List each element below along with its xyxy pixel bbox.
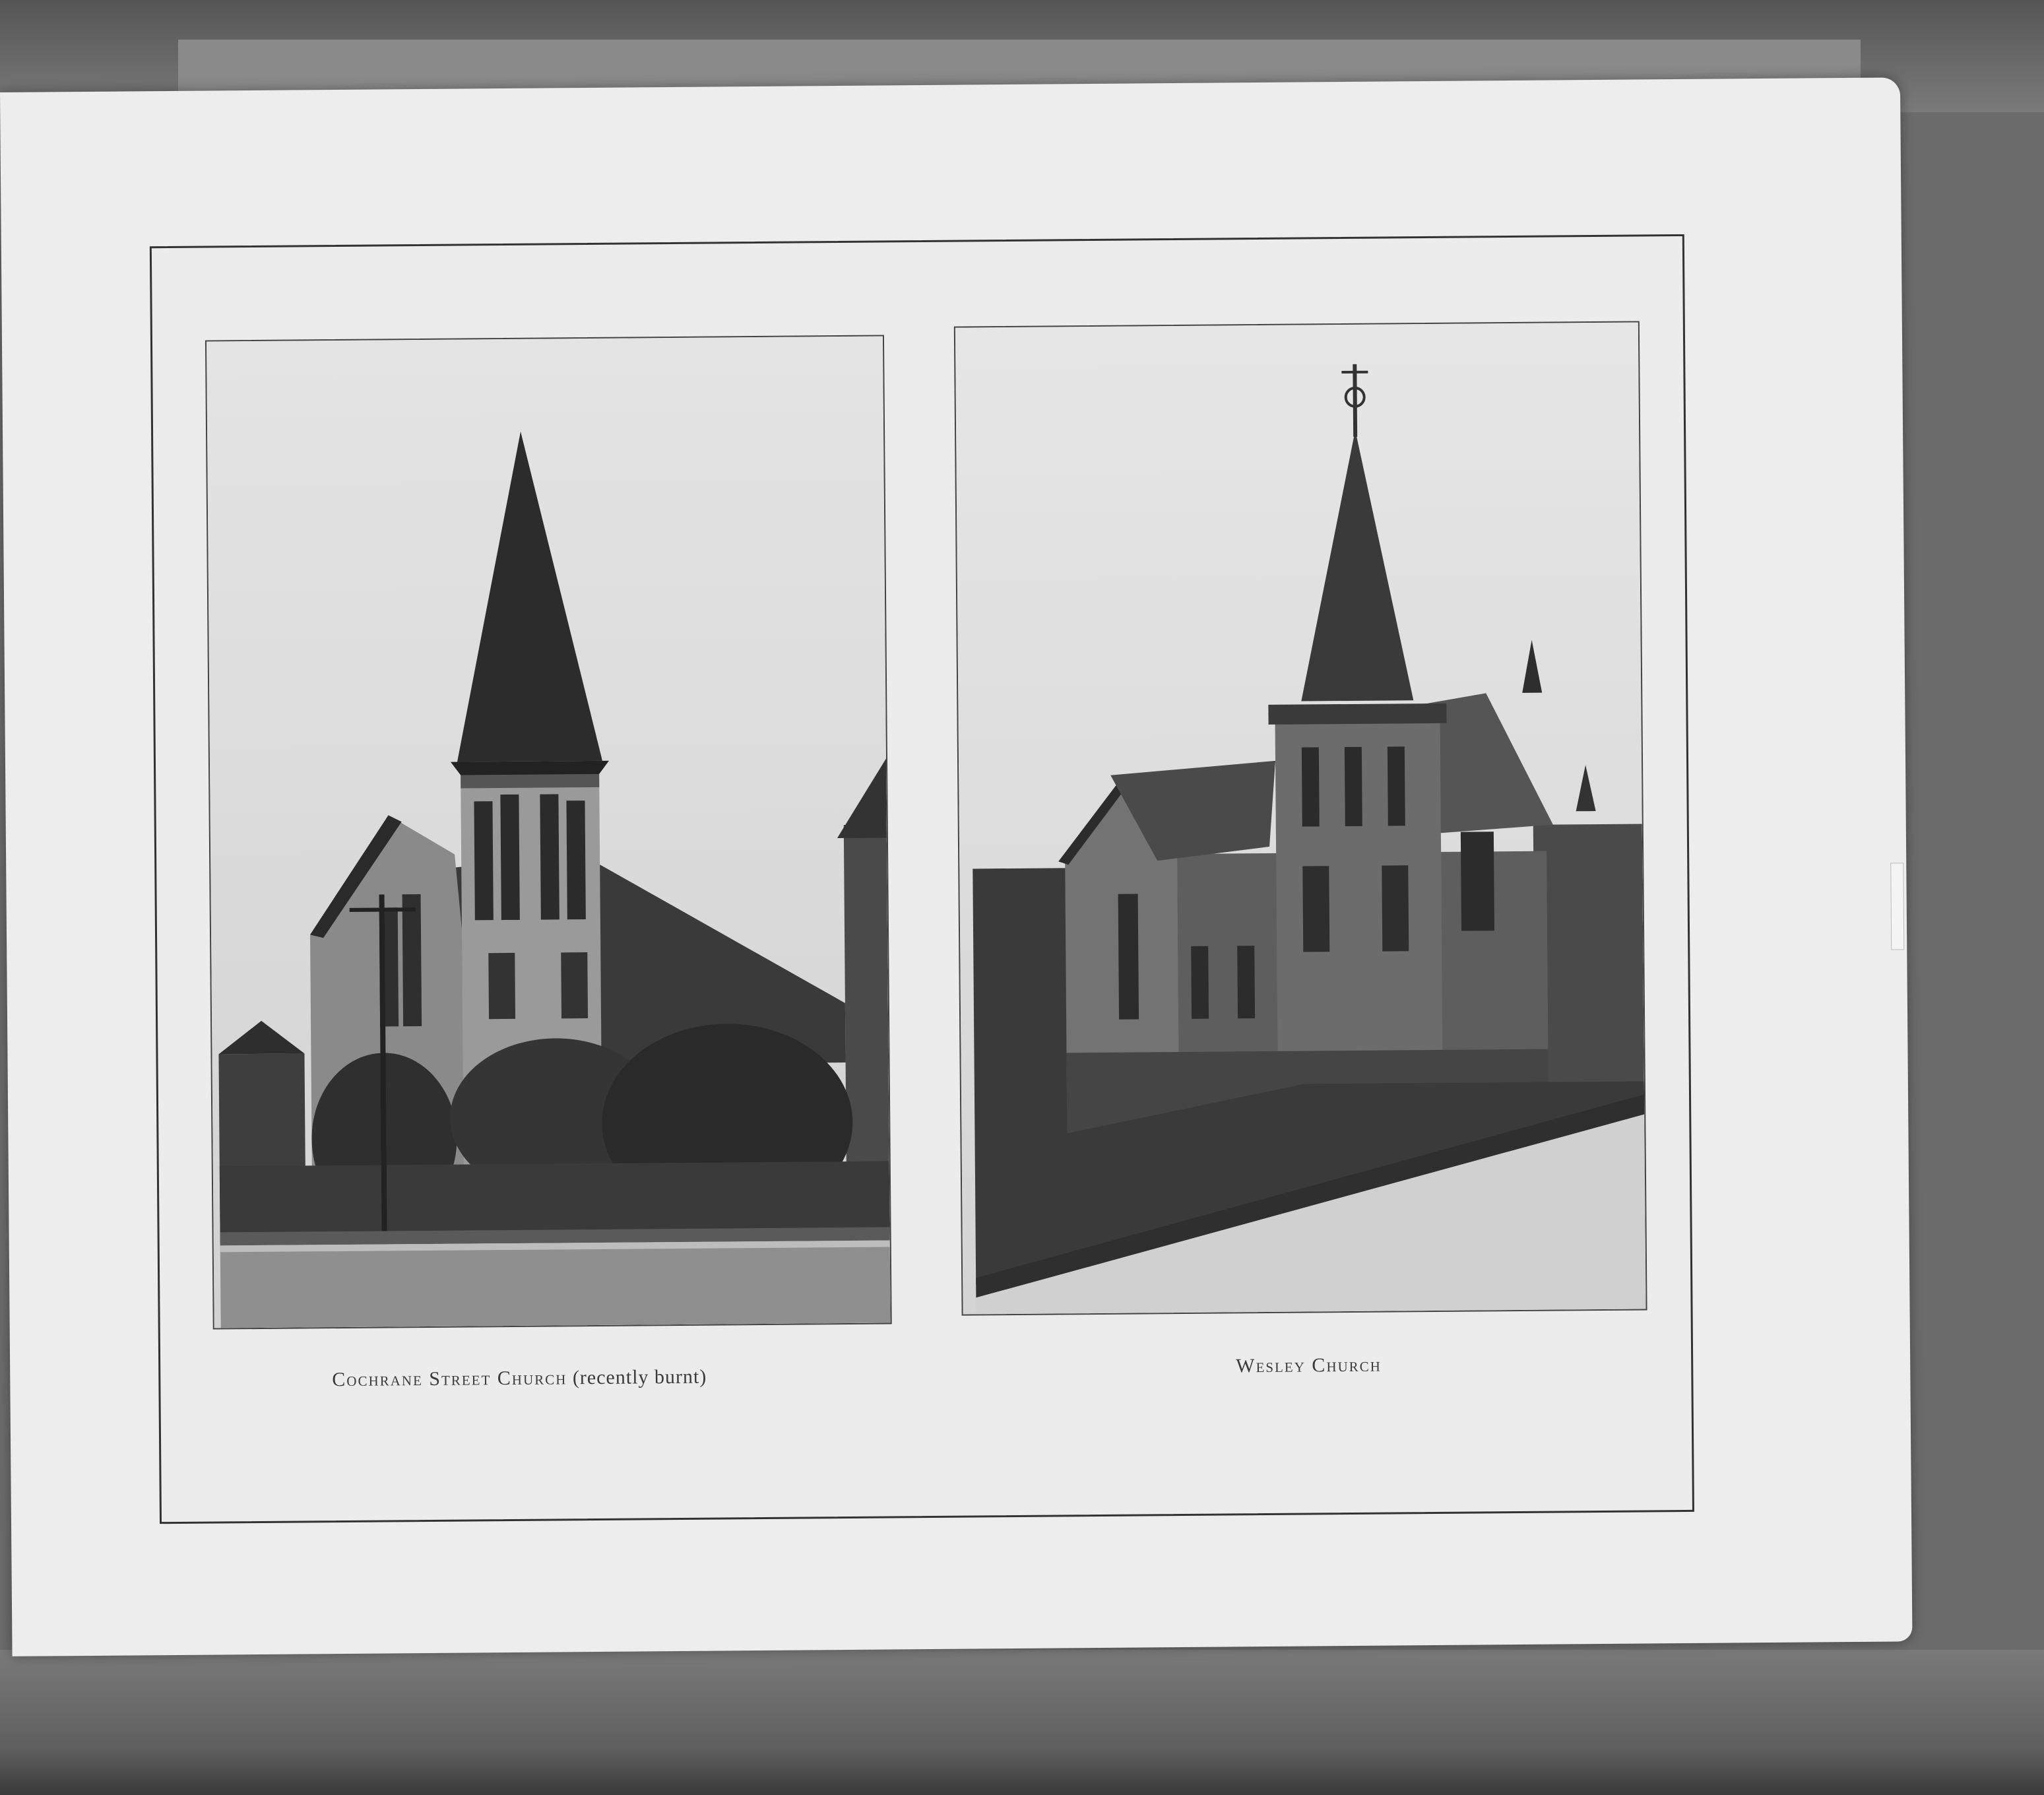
scan-background-bottom: [0, 1650, 2044, 1795]
cochrane-street-church-caption: Cochrane Street Church (recently burnt): [332, 1366, 707, 1391]
cochrane-street-church-image: [206, 336, 891, 1328]
document-page: Cochrane Street Church (recently burnt) …: [0, 77, 1913, 1656]
cochrane-street-church-caption-note: (recently burnt): [572, 1365, 707, 1389]
plate-frame: Cochrane Street Church (recently burnt) …: [149, 234, 1694, 1524]
wesley-church-caption: Wesley Church: [1236, 1354, 1382, 1378]
cochrane-street-church-caption-name: Cochrane Street Church: [332, 1367, 567, 1391]
wesley-church-caption-name: Wesley Church: [1236, 1354, 1382, 1377]
wesley-church-photo: [953, 321, 1647, 1316]
wesley-church-image: [955, 322, 1646, 1315]
cochrane-street-church-photo: [205, 335, 892, 1330]
page-tab: [1890, 863, 1905, 950]
